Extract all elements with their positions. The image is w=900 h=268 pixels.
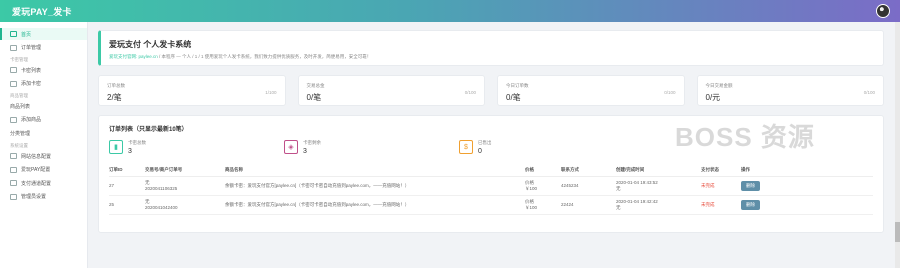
orders-table: 订单ID 交易号/商户订单号 商品名称 价格 联系方式 创建/完成时间 支付状态… [109,165,873,215]
tag-icon: ◈ [284,140,298,154]
table-row: 27 无 2020041106325 余额卡密：爱玩支付官方[paylee.cn… [109,176,873,196]
sidebar-item-categories[interactable]: 分类管理 [0,128,87,140]
watermark: BOSS 资源 [675,122,815,152]
delete-button[interactable]: 删除 [741,180,760,191]
sidebar-item-home[interactable]: 首页 [0,28,87,40]
mini-card-sold: $ 已售出 0 [459,140,634,155]
home-icon [10,31,17,37]
scrollbar-thumb[interactable] [895,222,900,242]
sidebar-item-orders[interactable]: 订单管理 [0,42,87,54]
order-icon [10,44,17,51]
sidebar-item-goods-list[interactable]: 商品列表 [0,100,87,112]
dollar-icon: $ [459,140,473,154]
stat-card-today-amount: 今日交易金额 0/元 0/100 [696,75,884,106]
sidebar-item-admin[interactable]: 管理员设置 [0,191,87,203]
table-header-row: 订单ID 交易号/商户订单号 商品名称 价格 联系方式 创建/完成时间 支付状态… [109,165,873,177]
sidebar-item-pay-config[interactable]: 爱玩PAY配置 [0,164,87,176]
sidebar-item-add-card[interactable]: 添加卡密 [0,78,87,90]
banner-title: 爱玩支付 个人发卡系统 [109,40,192,49]
table-row: 25 无 2020041042400 余额卡密：爱玩支付官方[paylee.cn… [109,195,873,215]
avatar[interactable] [876,4,890,18]
list-icon [10,67,17,74]
user-icon [10,193,17,200]
sidebar: 首页 订单管理 卡密管理 卡密列表 添加卡密 商品管理 商品列表 添加商品 分类… [0,22,88,268]
wallet-icon [10,166,17,173]
mini-card-total: ▮ 卡密总数 3 [109,140,284,155]
sidebar-item-site-config[interactable]: 网站信息配置 [0,150,87,162]
sidebar-item-channel-config[interactable]: 支付通道配置 [0,177,87,189]
sidebar-group-settings: 系统设置 [10,143,28,149]
stat-card-today-orders: 今日订单数 0/笔 0/100 [497,75,685,106]
card-icon [10,180,17,187]
stats-row: 订单总数 2/笔 1/100 交易总金 0/笔 0/100 今日订单数 0/笔 … [98,75,884,106]
sidebar-group-goods: 商品管理 [10,93,28,99]
app-title[interactable]: 爱玩PAY_发卡 [12,5,72,18]
delete-button[interactable]: 删除 [741,199,760,210]
plus-icon [10,116,17,123]
sidebar-item-card-list[interactable]: 卡密列表 [0,64,87,76]
top-bar: 爱玩PAY_发卡 [0,0,900,22]
stat-card-amount: 交易总金 0/笔 0/100 [297,75,485,106]
mini-card-remaining: ◈ 卡密剩余 3 [284,140,459,155]
banner-text: 爱玩支付官网: paylee.cn / 本程序 — 个人 / 1 / 1 使用爱… [109,54,372,59]
banner-link[interactable]: 爱玩支付官网: paylee.cn [109,54,158,59]
status-badge: 未完成 [701,195,741,215]
sidebar-item-add-goods[interactable]: 添加商品 [0,114,87,126]
sidebar-group-cards: 卡密管理 [10,57,28,63]
stat-card-orders: 订单总数 2/笔 1/100 [98,75,286,106]
status-badge: 未完成 [701,176,741,196]
bar-chart-icon: ▮ [109,140,123,154]
gear-icon [10,153,17,160]
welcome-banner: 爱玩支付 个人发卡系统 爱玩支付官网: paylee.cn / 本程序 — 个人… [98,30,884,66]
plus-icon [10,80,17,87]
